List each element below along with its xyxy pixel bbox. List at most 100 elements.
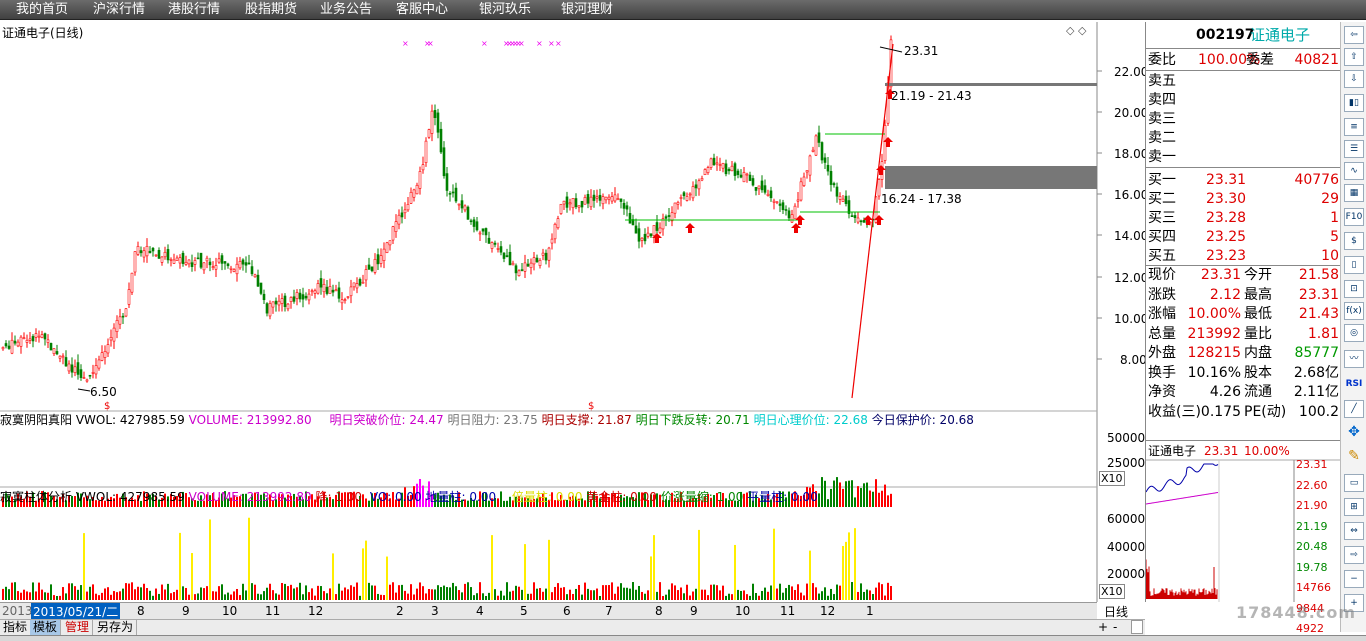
list-icon[interactable]: ☰ [1344, 140, 1364, 158]
stock-name[interactable]: 证通电子 [1250, 26, 1310, 45]
bars-icon[interactable]: ≡ [1344, 118, 1364, 136]
zoom-out-button[interactable]: - [1113, 620, 1117, 634]
candle-icon[interactable]: ▯ [1344, 256, 1364, 274]
candle-body [739, 174, 743, 178]
menu-hk[interactable]: 港股行情 [168, 0, 220, 20]
dollar-icon[interactable]: $ [1344, 232, 1364, 250]
bottom-tab-bar: 指标 模板 管理 另存为 + - [0, 619, 1145, 636]
indicator-bar [41, 589, 43, 600]
wave-icon[interactable]: 〰 [1344, 350, 1364, 368]
window-icon[interactable]: ▭ [1344, 474, 1364, 492]
menu-yinhe-licai[interactable]: 银河理财 [561, 0, 613, 20]
kline-icon[interactable]: ▮▯ [1344, 94, 1364, 112]
indicator-bar [731, 594, 733, 600]
indicator-bar [770, 585, 772, 600]
tab-indicator[interactable]: 指标 [0, 620, 32, 636]
candle-body [40, 334, 44, 338]
target-icon[interactable]: ◎ [1344, 324, 1364, 342]
menu-yinhe-jiule[interactable]: 银河玖乐 [479, 0, 531, 20]
tab-save-as[interactable]: 另存为 [94, 620, 138, 636]
buy-row[interactable]: 买四 23.25 5 [1146, 228, 1341, 247]
signal-x-mark: × [402, 39, 409, 48]
down-arrow-icon[interactable]: ⇩ [1344, 70, 1364, 88]
candle-body [25, 339, 29, 343]
candle-body [811, 149, 815, 152]
candle-body [823, 157, 827, 163]
menu-futures[interactable]: 股指期货 [245, 0, 297, 20]
sell-row[interactable]: 卖一 [1146, 148, 1341, 167]
kline-chart[interactable]: × ×× × ×××××× × × ×$ $ [0, 22, 1145, 602]
menu-service[interactable]: 客服中心 [396, 0, 448, 20]
candle-body [229, 267, 233, 270]
move-icon[interactable]: ✥ [1344, 424, 1364, 442]
candle-body [13, 340, 17, 344]
candle-body [337, 287, 341, 299]
buy-row[interactable]: 买三 23.28 1 [1146, 209, 1341, 228]
indicator-bar [887, 582, 889, 600]
expand-icon[interactable]: ⇔ [1344, 522, 1364, 540]
select-icon[interactable]: ⊡ [1344, 280, 1364, 298]
ind1-name[interactable]: 寂寞阴阳真阳 [0, 413, 72, 427]
indicator-bar [92, 584, 94, 600]
scroll-handle[interactable] [1131, 620, 1143, 634]
indicator-bar [584, 582, 586, 600]
pencil-icon[interactable]: ✎ [1344, 448, 1364, 466]
candle-body [343, 299, 347, 301]
sell-row[interactable]: 卖四 [1146, 91, 1341, 110]
indicator-bar [5, 586, 7, 600]
chart-diamond-icon[interactable]: ◇ ◇ [1066, 24, 1086, 37]
kline-chart-area[interactable]: × × × × × × × × × × × × × $ $ 证通电子(日线) ◇ ◇ 23.31 21.19… [0, 22, 1148, 602]
indicator-bar [680, 587, 682, 600]
candle-body [712, 157, 716, 166]
line-icon[interactable]: ╱ [1344, 400, 1364, 418]
indicator-bar [683, 593, 685, 600]
candle-body [211, 266, 215, 268]
menu-sh-sz[interactable]: 沪深行情 [93, 0, 145, 20]
indicator-bar [392, 582, 394, 600]
fx-icon[interactable]: f(x) [1344, 302, 1364, 320]
indicator-bar [326, 593, 328, 600]
date-label: 12 [308, 604, 324, 618]
sell-row[interactable]: 卖五 [1146, 72, 1341, 91]
price-label-gap-upper: 21.19 - 21.43 [891, 89, 972, 103]
candle-body [16, 341, 20, 347]
back-arrow-icon[interactable]: ⇦ [1344, 26, 1364, 44]
vol-label: 50000 [1107, 431, 1146, 445]
indicator-bar [356, 582, 358, 600]
indicator-bar [881, 584, 883, 600]
indicator-bar [617, 586, 619, 600]
indicator-bar [104, 588, 106, 600]
candle-body [319, 278, 323, 288]
period-label[interactable]: 日线 [1104, 603, 1128, 620]
sell-row[interactable]: 卖三 [1146, 110, 1341, 129]
menu-notice[interactable]: 业务公告 [320, 0, 372, 20]
candle-body [205, 257, 209, 262]
indicator-bar [416, 588, 418, 600]
indicator-bar [173, 592, 175, 600]
up-arrow-icon[interactable]: ⇧ [1344, 48, 1364, 66]
tab-template[interactable]: 模板 [30, 620, 62, 636]
rsi-icon[interactable]: RSI [1344, 376, 1364, 394]
ind2-name[interactable]: 寂寞柱体分析 [0, 490, 72, 504]
indicator-bar [428, 589, 430, 600]
trend-icon[interactable]: ∿ [1344, 162, 1364, 180]
buy-row[interactable]: 买一 23.31 40776 [1146, 171, 1341, 190]
tab-manage[interactable]: 管理 [62, 620, 94, 636]
grid-icon[interactable]: ⊞ [1344, 498, 1364, 516]
indicator-bar [197, 593, 199, 600]
buy-row[interactable]: 买二 23.30 29 [1146, 190, 1341, 209]
candle-body [310, 290, 314, 293]
zoom-in-button[interactable]: + [1098, 620, 1108, 634]
table-icon[interactable]: ▦ [1344, 184, 1364, 202]
menu-home[interactable]: 我的首页 [16, 0, 68, 20]
sell-row[interactable]: 卖二 [1146, 129, 1341, 148]
candle-body [814, 135, 818, 156]
indicator-bar [515, 585, 517, 600]
buy-row[interactable]: 买五 23.23 10 [1146, 247, 1341, 266]
f10-icon[interactable]: F10 [1344, 208, 1364, 226]
minus-icon[interactable]: − [1344, 570, 1364, 588]
ind-label: 60000 [1107, 512, 1146, 526]
shrink-icon[interactable]: ⇨ [1344, 546, 1364, 564]
candle-body [700, 178, 704, 181]
candle-body [376, 254, 380, 265]
